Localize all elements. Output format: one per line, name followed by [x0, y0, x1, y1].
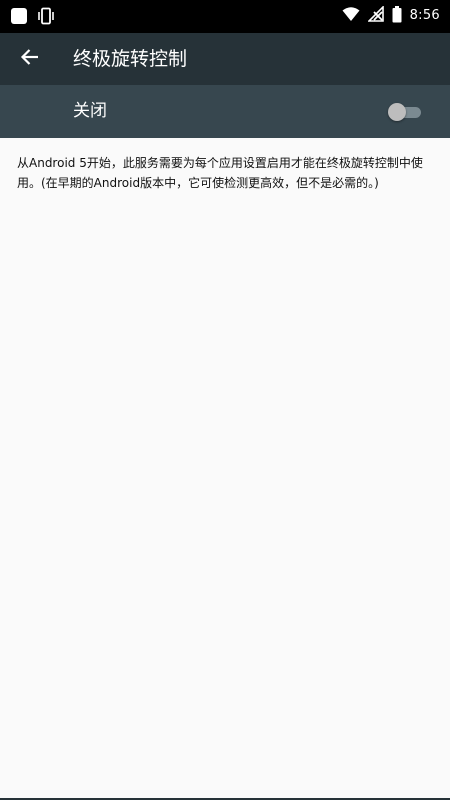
- no-signal-icon: [366, 5, 384, 26]
- battery-icon: [392, 5, 402, 27]
- status-clock: 8:56: [409, 8, 440, 23]
- notification-square-icon: [10, 7, 28, 29]
- service-description: 从Android 5开始，此服务需要为每个应用设置启用才能在终极旋转控制中使用。…: [17, 156, 423, 190]
- toolbar: 终极旋转控制: [0, 33, 450, 85]
- page-title: 终极旋转控制: [73, 48, 188, 70]
- wifi-icon: [342, 6, 360, 26]
- status-right-icons: 8:56: [342, 5, 440, 27]
- status-bar: 8:56: [0, 0, 450, 33]
- status-left-icons: [10, 7, 55, 29]
- switch-thumb: [388, 103, 406, 121]
- master-switch-bar[interactable]: 关闭: [0, 85, 450, 138]
- screen: 8:56 终极旋转控制 关闭 从Android 5开始，此服务需要为每个应用设置…: [0, 0, 450, 800]
- back-button[interactable]: [12, 41, 48, 77]
- vibrate-icon: [37, 7, 55, 29]
- arrow-left-icon: [20, 47, 40, 71]
- master-switch-toggle[interactable]: [388, 103, 422, 121]
- master-switch-label: 关闭: [73, 101, 107, 121]
